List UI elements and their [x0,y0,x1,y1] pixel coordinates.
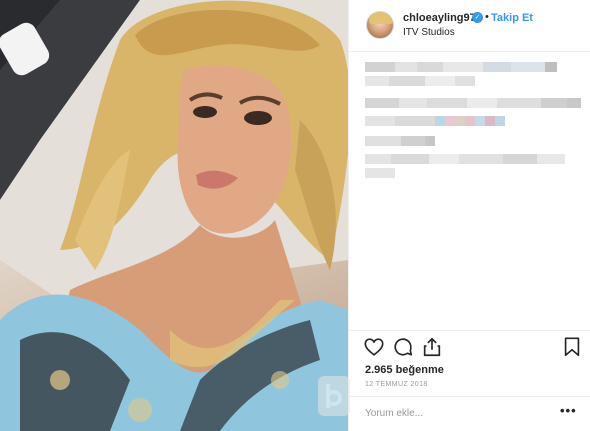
instagram-post: chloeayling97 ✓ • Takip Et ITV Studios 2… [0,0,590,431]
follow-button[interactable]: Takip Et [491,12,533,24]
caption-blurred [365,62,581,182]
verified-badge-icon: ✓ [472,12,483,23]
watermark-logo [318,376,350,416]
separator-dot: • [485,11,489,23]
comment-input[interactable] [365,404,555,422]
divider [349,396,590,397]
divider [349,330,590,331]
share-icon[interactable] [421,336,443,358]
post-side-panel: chloeayling97 ✓ • Takip Et ITV Studios 2… [348,0,590,431]
selfie-illustration [0,0,348,431]
ellipsis-icon[interactable]: ••• [560,403,577,418]
post-header: chloeayling97 ✓ • Takip Et ITV Studios [349,0,590,52]
username-link[interactable]: chloeayling97 [403,12,476,24]
post-date: 12 TEMMUZ 2018 [365,381,428,388]
post-photo[interactable] [0,0,348,431]
action-bar [363,336,583,360]
like-count[interactable]: 2.965 beğenme [365,364,444,376]
heart-icon[interactable] [363,336,385,358]
speech-bubble-icon[interactable] [392,336,414,358]
location-link[interactable]: ITV Studios [403,27,455,38]
bookmark-icon[interactable] [561,336,583,358]
avatar[interactable] [366,11,394,39]
